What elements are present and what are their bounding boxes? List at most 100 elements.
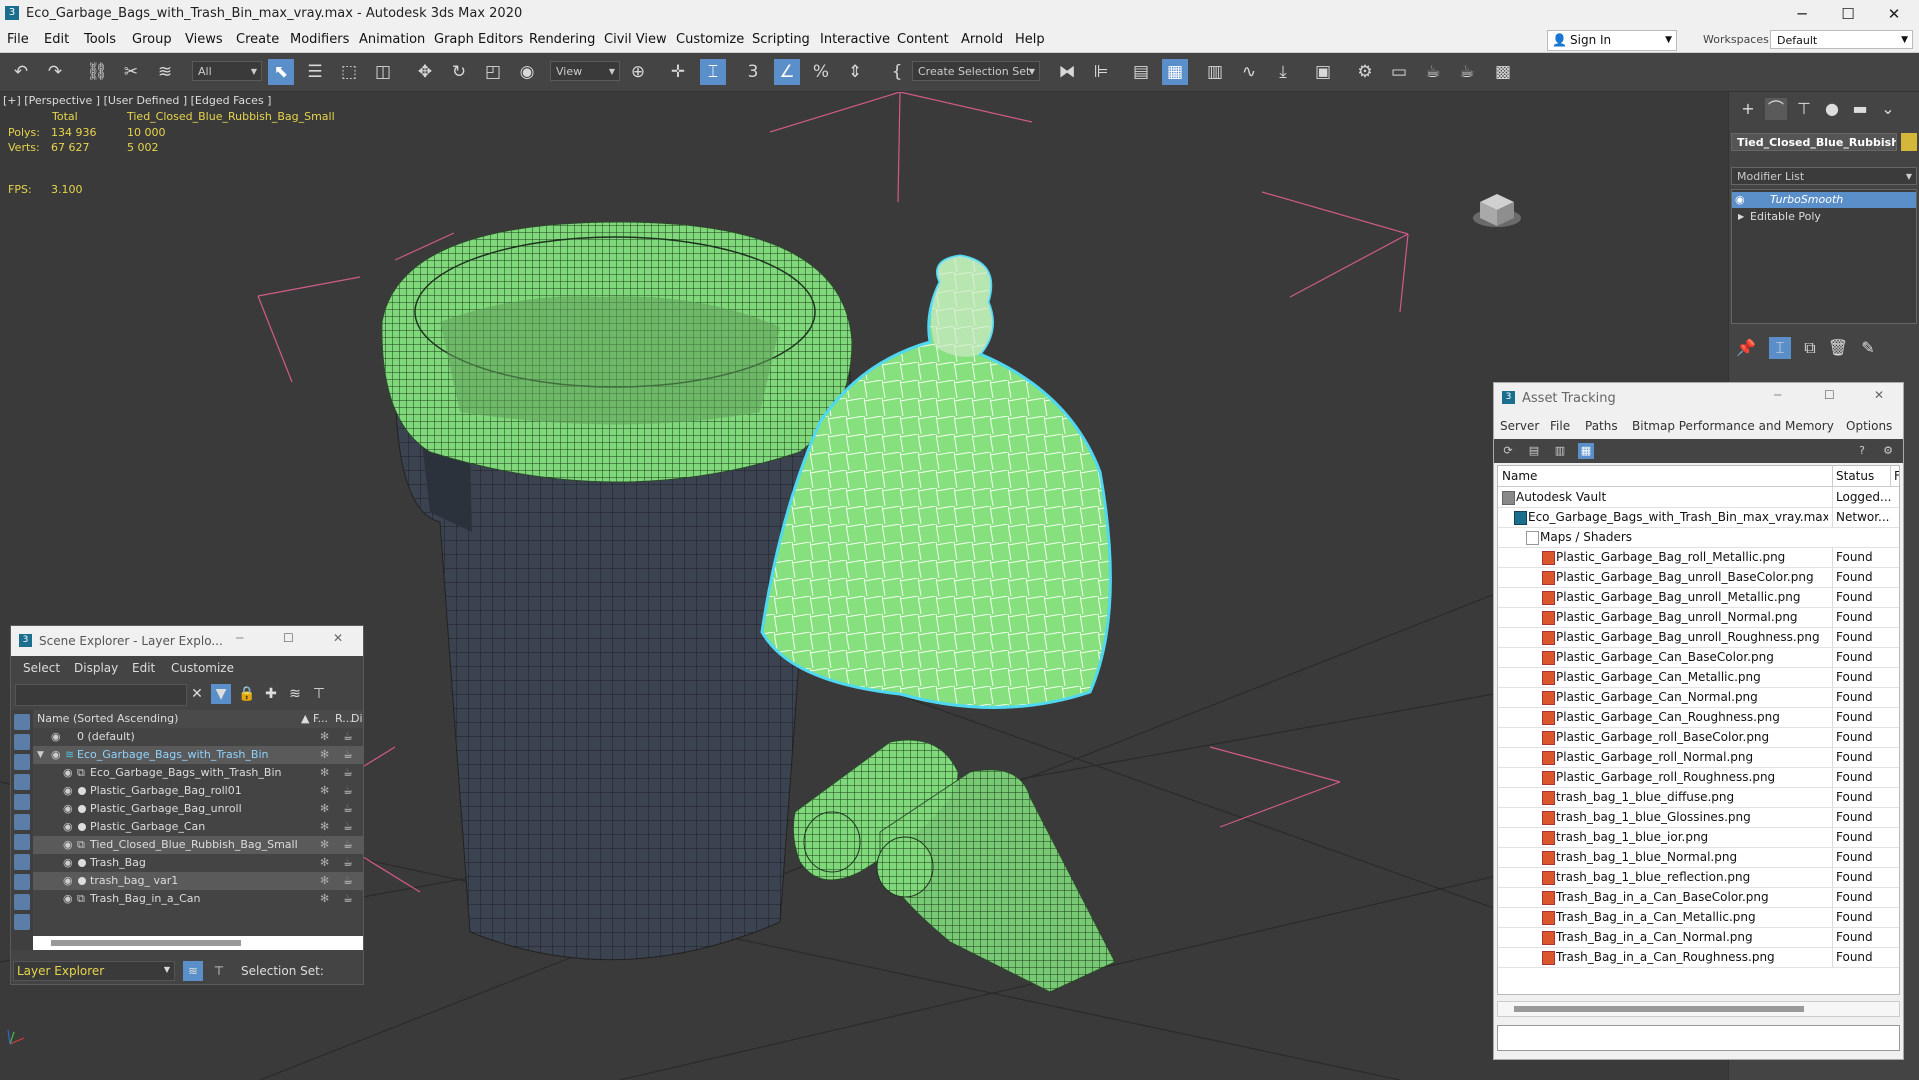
render-setup-icon[interactable]: ⚙ bbox=[1352, 59, 1378, 85]
scene-menu-customize[interactable]: Customize bbox=[171, 661, 234, 675]
toggle-ribbon-icon[interactable]: ▥ bbox=[1202, 59, 1228, 85]
column-name[interactable]: Name bbox=[1502, 466, 1537, 486]
explorer-mode-dropdown[interactable]: Layer Explorer ▼ bbox=[13, 961, 175, 981]
eye-icon[interactable]: ◉ bbox=[1735, 192, 1745, 208]
motion-tab-icon[interactable]: ● bbox=[1821, 98, 1843, 120]
scale-icon[interactable]: ◰ bbox=[480, 59, 506, 85]
asset-row[interactable]: Autodesk Vault Logged... bbox=[1498, 487, 1899, 508]
clear-icon[interactable]: ✕ bbox=[187, 684, 207, 704]
render-icon[interactable]: ☕ bbox=[343, 818, 353, 836]
asset-row[interactable]: Eco_Garbage_Bags_with_Trash_Bin_max_vray… bbox=[1498, 507, 1899, 528]
object-color-swatch[interactable] bbox=[1901, 133, 1917, 151]
asset-row[interactable]: Maps / Shaders bbox=[1498, 527, 1899, 548]
freeze-icon[interactable]: ✻ bbox=[320, 854, 329, 872]
list-view-icon[interactable]: ▤ bbox=[1526, 443, 1542, 459]
display-cameras-icon[interactable] bbox=[14, 794, 30, 810]
display-containers-icon[interactable] bbox=[14, 914, 30, 930]
mirror-icon[interactable]: ⧓ bbox=[1054, 59, 1080, 85]
align-icon[interactable]: ⊫ bbox=[1088, 59, 1114, 85]
angle-snap-icon[interactable]: ∠ bbox=[774, 59, 800, 85]
modifier-list-dropdown[interactable]: Modifier List ▼ bbox=[1731, 167, 1917, 185]
add-layer-icon[interactable]: ✚ bbox=[261, 684, 281, 704]
menu-create[interactable]: Create bbox=[236, 32, 279, 47]
curve-editor-icon[interactable]: ∿ bbox=[1236, 59, 1262, 85]
scene-row[interactable]: ◉ ⧉ Tied_Closed_Blue_Rubbish_Bag_Small ✻… bbox=[33, 836, 363, 854]
asset-menu-paths[interactable]: Paths bbox=[1585, 419, 1618, 433]
scene-row[interactable]: ▼ ◉ ≋ Eco_Garbage_Bags_with_Trash_Bin ✻ ☕ bbox=[33, 746, 363, 764]
expand-arrow-icon[interactable]: ▶ bbox=[1738, 209, 1744, 225]
make-unique-icon[interactable]: ⧉ bbox=[1799, 337, 1821, 359]
rectangular-selection-icon[interactable]: ⬚ bbox=[336, 59, 362, 85]
layer-toggle-icon[interactable]: ≋ bbox=[183, 961, 203, 981]
render-grid-icon[interactable]: ▩ bbox=[1490, 59, 1516, 85]
tree-view-icon[interactable]: ▥ bbox=[1552, 443, 1568, 459]
lock-icon[interactable]: 🔒 bbox=[237, 684, 257, 704]
render-icon[interactable]: ☕ bbox=[343, 746, 353, 764]
asset-row[interactable]: Plastic_Garbage_Bag_unroll_Normal.png Fou… bbox=[1498, 607, 1899, 628]
scene-explorer-titlebar[interactable]: 3 Scene Explorer - Layer Explo... ─ ☐ ✕ bbox=[11, 626, 363, 656]
asset-path-field[interactable] bbox=[1497, 1025, 1900, 1051]
asset-row[interactable]: Plastic_Garbage_Bag_unroll_BaseColor.png… bbox=[1498, 567, 1899, 588]
asset-row[interactable]: Plastic_Garbage_roll_BaseColor.png Found bbox=[1498, 727, 1899, 748]
bind-space-warp-icon[interactable]: ≋ bbox=[152, 59, 178, 85]
selection-filter-dropdown[interactable]: All ▼ bbox=[192, 61, 262, 81]
viewport-label[interactable]: [+] [Perspective ] [User Defined ] [Edge… bbox=[3, 94, 271, 107]
asset-menu-server[interactable]: Server bbox=[1500, 419, 1539, 433]
scene-row[interactable]: ◉ Plastic_Garbage_Bag_unroll ✻ ☕ bbox=[33, 800, 363, 818]
hierarchy-icon[interactable]: ⊤ bbox=[309, 684, 329, 704]
display-shapes-icon[interactable] bbox=[14, 754, 30, 770]
menu-interactive[interactable]: Interactive bbox=[820, 32, 890, 47]
minimize-button[interactable]: ─ bbox=[1779, 0, 1825, 28]
eye-icon[interactable]: ◉ bbox=[63, 854, 73, 872]
asset-row[interactable]: Trash_Bag_in_a_Can_Normal.png Found bbox=[1498, 927, 1899, 948]
menu-group[interactable]: Group bbox=[132, 32, 172, 47]
menu-file[interactable]: File bbox=[7, 32, 29, 47]
asset-row[interactable]: Plastic_Garbage_roll_Roughness.png Found bbox=[1498, 767, 1899, 788]
menu-help[interactable]: Help bbox=[1015, 32, 1045, 47]
scene-menu-edit[interactable]: Edit bbox=[132, 661, 155, 675]
collapse-arrow-icon[interactable]: ▼ bbox=[37, 746, 44, 764]
eye-icon[interactable]: ◉ bbox=[51, 728, 61, 746]
asset-row[interactable]: trash_bag_1_blue_reflection.png Found bbox=[1498, 867, 1899, 888]
display-lights-icon[interactable] bbox=[14, 774, 30, 790]
menu-civil-view[interactable]: Civil View bbox=[604, 32, 667, 47]
asset-row[interactable]: Trash_Bag_in_a_Can_Roughness.png Found bbox=[1498, 947, 1899, 968]
render-iterative-icon[interactable]: ☕ bbox=[1454, 59, 1480, 85]
display-groups-icon[interactable] bbox=[14, 854, 30, 870]
scene-row[interactable]: ◉ ⧉ Eco_Garbage_Bags_with_Trash_Bin ✻ ☕ bbox=[33, 764, 363, 782]
render-production-icon[interactable]: ☕ bbox=[1420, 59, 1446, 85]
display-helpers-icon[interactable] bbox=[14, 814, 30, 830]
keyboard-shortcut-override-icon[interactable]: ⌶ bbox=[700, 59, 726, 85]
asset-row[interactable]: Trash_Bag_in_a_Can_Metallic.png Found bbox=[1498, 907, 1899, 928]
freeze-icon[interactable]: ✻ bbox=[320, 746, 329, 764]
scrollbar-thumb[interactable] bbox=[1514, 1006, 1804, 1012]
eye-icon[interactable]: ◉ bbox=[63, 836, 73, 854]
view-cube[interactable] bbox=[1473, 194, 1521, 227]
freeze-icon[interactable]: ✻ bbox=[320, 728, 329, 746]
eye-icon[interactable]: ◉ bbox=[63, 800, 73, 818]
material-editor-icon[interactable]: ▣ bbox=[1310, 59, 1336, 85]
asset-table-header[interactable]: Name Status F bbox=[1498, 466, 1899, 487]
asset-row[interactable]: Plastic_Garbage_roll_Normal.png Found bbox=[1498, 747, 1899, 768]
menu-customize[interactable]: Customize bbox=[676, 32, 744, 47]
table-view-icon[interactable]: ▦ bbox=[1578, 443, 1594, 459]
reference-coordinate-dropdown[interactable]: View ▼ bbox=[550, 61, 620, 81]
move-icon[interactable]: ✥ bbox=[412, 59, 438, 85]
menu-rendering[interactable]: Rendering bbox=[529, 32, 595, 47]
scene-menu-select[interactable]: Select bbox=[23, 661, 60, 675]
snaps-toggle-icon[interactable]: 3 bbox=[740, 59, 766, 85]
hierarchy-toggle-icon[interactable]: ⊤ bbox=[209, 961, 229, 981]
percent-snap-icon[interactable]: % bbox=[808, 59, 834, 85]
asset-row[interactable]: trash_bag_1_blue_Normal.png Found bbox=[1498, 847, 1899, 868]
column-display[interactable]: Di bbox=[351, 710, 363, 728]
menu-modifiers[interactable]: Modifiers bbox=[290, 32, 349, 47]
close-icon[interactable]: ✕ bbox=[1874, 388, 1884, 402]
asset-menu-bitmap-performance[interactable]: Bitmap Performance and Memory bbox=[1632, 419, 1834, 433]
help-icon[interactable]: ? bbox=[1854, 443, 1870, 459]
eye-icon[interactable]: ◉ bbox=[63, 764, 73, 782]
create-selection-set-dropdown[interactable]: Create Selection Set ▼ bbox=[912, 61, 1040, 81]
menu-scripting[interactable]: Scripting bbox=[752, 32, 810, 47]
column-extra[interactable]: F bbox=[1890, 466, 1899, 486]
asset-row[interactable]: Plastic_Garbage_Bag_roll_Metallic.png Fou… bbox=[1498, 547, 1899, 568]
workspace-dropdown[interactable]: Default ▼ bbox=[1770, 30, 1913, 49]
